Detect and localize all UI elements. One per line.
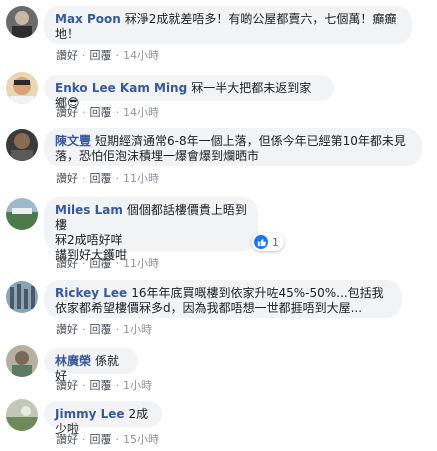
- avatar[interactable]: [6, 198, 38, 230]
- separator: ·: [115, 172, 120, 185]
- comment-actions: 讚好 · 回覆 · 1小時: [56, 377, 152, 393]
- comment-bubble: Rickey Lee 16年年底買嘅樓到依家升咗45%-50%...包括我依家都希…: [44, 280, 402, 318]
- separator: ·: [115, 106, 120, 119]
- comment-bubble: 陳文豐 短期經濟通常6-8年一個上落，但係今年已經第10年都未見落，恐怕佢泡沫積埋…: [44, 128, 422, 166]
- reaction-badge[interactable]: 1: [252, 233, 284, 251]
- separator: ·: [82, 379, 86, 392]
- comment-author[interactable]: 陳文豐: [55, 134, 91, 148]
- comment-bubble: Enko Lee Kam Ming 冧一半大把都未返到家鄉😎: [44, 75, 334, 110]
- like-button[interactable]: 讚好: [56, 257, 78, 270]
- comment-actions: 讚好 · 回覆 · 14小時: [56, 104, 159, 120]
- comment-author[interactable]: 林廣榮: [55, 354, 91, 368]
- like-button[interactable]: 讚好: [56, 323, 78, 336]
- separator: ·: [82, 323, 86, 336]
- reply-button[interactable]: 回覆: [90, 257, 112, 270]
- avatar[interactable]: [6, 129, 38, 161]
- reply-button[interactable]: 回覆: [90, 323, 112, 336]
- reply-button[interactable]: 回覆: [90, 106, 112, 119]
- avatar[interactable]: [6, 399, 38, 431]
- separator: ·: [82, 172, 86, 185]
- reply-button[interactable]: 回覆: [90, 172, 112, 185]
- separator: ·: [115, 49, 120, 62]
- comment-actions: 讚好 · 回覆 · 1小時: [56, 321, 152, 337]
- separator: ·: [82, 106, 86, 119]
- comment-actions: 讚好 · 回覆 · 14小時: [56, 47, 159, 63]
- like-button[interactable]: 讚好: [56, 106, 78, 119]
- comment-actions: 讚好 · 回覆 · 11小時: [56, 255, 159, 271]
- like-reaction-icon: [254, 235, 268, 249]
- avatar[interactable]: [6, 345, 38, 377]
- separator: ·: [82, 257, 86, 270]
- separator: ·: [115, 379, 120, 392]
- comment-time[interactable]: 15小時: [123, 433, 159, 446]
- comment-actions: 讚好 · 回覆 · 15小時: [56, 431, 159, 447]
- comment-text: 短期經濟通常6-8年一個上落，但係今年已經第10年都未見落，恐怕佢泡沫積埋一爆會…: [55, 134, 406, 163]
- separator: ·: [115, 257, 120, 270]
- comment-time[interactable]: 1小時: [123, 379, 152, 392]
- avatar[interactable]: [6, 72, 38, 104]
- comment-author[interactable]: Miles Lam: [55, 203, 123, 217]
- separator: ·: [115, 323, 120, 336]
- comment-time[interactable]: 14小時: [123, 106, 159, 119]
- comment-author[interactable]: Enko Lee Kam Ming: [55, 81, 187, 95]
- avatar[interactable]: [6, 281, 38, 313]
- like-button[interactable]: 讚好: [56, 433, 78, 446]
- separator: ·: [82, 49, 86, 62]
- comment-bubble: 林廣榮 係就好: [44, 348, 138, 383]
- reply-button[interactable]: 回覆: [90, 433, 112, 446]
- comment-author[interactable]: Max Poon: [55, 12, 121, 26]
- separator: ·: [82, 433, 86, 446]
- like-button[interactable]: 讚好: [56, 379, 78, 392]
- reply-button[interactable]: 回覆: [90, 379, 112, 392]
- comment-author[interactable]: Rickey Lee: [55, 286, 127, 300]
- comment-bubble: Jimmy Lee 2成少啦: [44, 401, 162, 436]
- reply-button[interactable]: 回覆: [90, 49, 112, 62]
- reaction-count: 1: [272, 235, 279, 249]
- comment-actions: 讚好 · 回覆 · 11小時: [56, 170, 159, 186]
- comment-author[interactable]: Jimmy Lee: [55, 407, 125, 421]
- avatar[interactable]: [6, 6, 38, 38]
- like-button[interactable]: 讚好: [56, 172, 78, 185]
- comment-time[interactable]: 11小時: [123, 172, 159, 185]
- comment-time[interactable]: 1小時: [123, 323, 152, 336]
- comment-time[interactable]: 14小時: [123, 49, 159, 62]
- comment-bubble: Miles Lam 個個都話樓價貴上晤到樓 冧2成唔好咩 講到好大鑊咁: [44, 197, 258, 262]
- comment-bubble: Max Poon 冧淨2成就差唔多！有啲公屋都賣六，七個萬！癲癲地！: [44, 6, 412, 44]
- like-button[interactable]: 讚好: [56, 49, 78, 62]
- separator: ·: [115, 433, 120, 446]
- comment-time[interactable]: 11小時: [123, 257, 159, 270]
